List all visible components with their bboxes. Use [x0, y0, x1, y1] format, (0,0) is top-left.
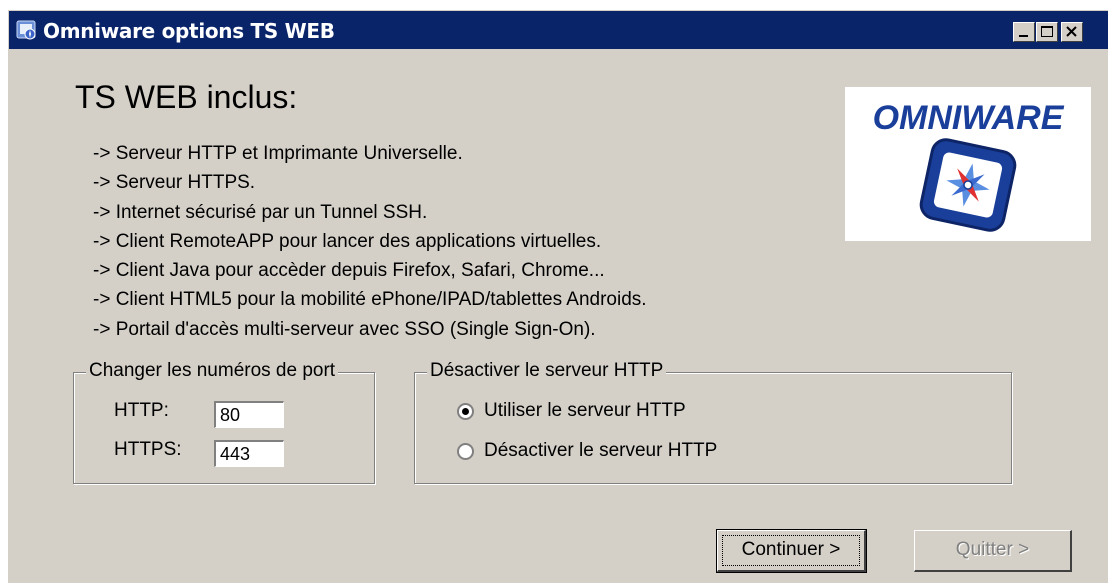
dialog-window: Omniware options TS WEB TS WEB inclus: -…	[8, 10, 1108, 583]
radio-use-http[interactable]: Utiliser le serveur HTTP	[457, 400, 686, 422]
minimize-button[interactable]	[1013, 22, 1035, 42]
http-server-group: Désactiver le serveur HTTP Utiliser le s…	[414, 360, 1012, 484]
maximize-button[interactable]	[1036, 22, 1058, 42]
radio-button[interactable]	[457, 442, 474, 460]
http-port-input[interactable]	[214, 401, 284, 428]
title-bar[interactable]: Omniware options TS WEB	[9, 11, 1108, 49]
https-port-label: HTTPS:	[114, 439, 182, 460]
feature-item: -> Client HTML5 pour la mobilité ePhone/…	[93, 289, 647, 311]
radio-label: Utiliser le serveur HTTP	[484, 400, 686, 421]
feature-item: -> Client Java pour accèder depuis Firef…	[93, 260, 605, 282]
feature-item: -> Internet sécurisé par un Tunnel SSH.	[93, 201, 428, 223]
http-server-group-label: Désactiver le serveur HTTP	[427, 360, 667, 382]
quit-label: Quitter >	[955, 539, 1030, 560]
quit-button[interactable]: Quitter >	[914, 530, 1072, 572]
feature-item: -> Client RemoteAPP pour lancer des appl…	[93, 230, 602, 252]
radio-disable-http[interactable]: Désactiver le serveur HTTP	[457, 440, 717, 462]
feature-item: -> Serveur HTTP et Imprimante Universell…	[93, 143, 463, 164]
close-button[interactable]	[1061, 22, 1083, 42]
window-title: Omniware options TS WEB	[43, 19, 335, 43]
radio-label: Désactiver le serveur HTTP	[484, 440, 718, 461]
continue-button[interactable]: Continuer >	[716, 529, 867, 573]
port-group: Changer les numéros de port HTTP: HTTPS:	[73, 360, 375, 484]
feature-item: -> Portail d'accès multi-serveur avec SS…	[93, 318, 596, 340]
port-group-label: Changer les numéros de port	[86, 360, 339, 382]
https-port-input[interactable]	[214, 440, 284, 467]
http-port-label: HTTP:	[114, 400, 169, 421]
radio-button[interactable]	[457, 402, 474, 420]
omniware-logo: OMNIWARE	[845, 87, 1091, 241]
feature-item: -> Serveur HTTPS.	[93, 172, 256, 194]
feature-list: -> Serveur HTTP et Imprimante Universell…	[93, 139, 647, 344]
page-title: TS WEB inclus:	[75, 79, 298, 115]
logo-text: OMNIWARE	[873, 99, 1065, 137]
app-icon	[15, 18, 39, 42]
